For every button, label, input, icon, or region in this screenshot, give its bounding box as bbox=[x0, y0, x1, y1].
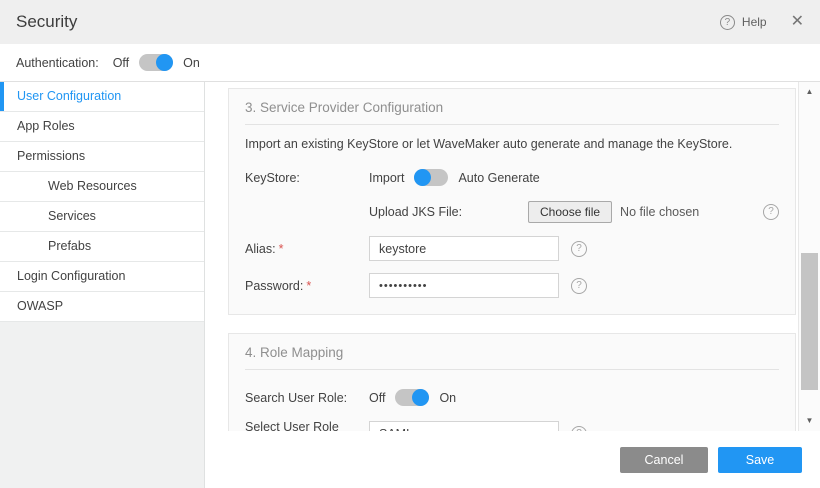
header-actions: ? Help ✕ bbox=[720, 14, 804, 30]
search-role-on-label: On bbox=[439, 391, 456, 405]
search-role-off-label: Off bbox=[369, 391, 385, 405]
keystore-row: KeyStore: Import Auto Generate bbox=[245, 169, 779, 186]
scroll-down-icon[interactable]: ▼ bbox=[799, 413, 820, 429]
sidebar-item-services[interactable]: Services bbox=[0, 202, 204, 232]
upload-jks-label: Upload JKS File: bbox=[369, 205, 528, 219]
alias-label-text: Alias: bbox=[245, 242, 276, 256]
alias-help-icon[interactable]: ? bbox=[571, 241, 587, 257]
help-link[interactable]: Help bbox=[742, 15, 767, 29]
search-user-role-label: Search User Role: bbox=[245, 391, 369, 405]
security-sidebar: User Configuration App Roles Permissions… bbox=[0, 82, 205, 488]
required-asterisk: * bbox=[279, 242, 284, 256]
password-help-icon[interactable]: ? bbox=[571, 278, 587, 294]
security-dialog: Security ? Help ✕ Authentication: Off On… bbox=[0, 0, 820, 488]
search-user-role-toggle[interactable] bbox=[395, 389, 429, 406]
alias-label: Alias:* bbox=[245, 242, 369, 256]
keystore-label: KeyStore: bbox=[245, 171, 369, 185]
toggle-knob bbox=[414, 169, 431, 186]
cancel-button[interactable]: Cancel bbox=[620, 447, 708, 473]
section-title: 3. Service Provider Configuration bbox=[245, 95, 779, 125]
upload-jks-row: Upload JKS File: Choose file No file cho… bbox=[245, 201, 779, 223]
keystore-toggle[interactable] bbox=[414, 169, 448, 186]
password-label-text: Password: bbox=[245, 279, 303, 293]
password-label: Password:* bbox=[245, 279, 369, 293]
password-input[interactable] bbox=[369, 273, 559, 298]
required-asterisk: * bbox=[306, 279, 311, 293]
sidebar-item-owasp[interactable]: OWASP bbox=[0, 292, 204, 322]
sidebar-item-permissions[interactable]: Permissions bbox=[0, 142, 204, 172]
vertical-scrollbar[interactable]: ▲ ▼ bbox=[798, 82, 820, 431]
dialog-header: Security ? Help ✕ bbox=[0, 0, 820, 44]
sidebar-item-app-roles[interactable]: App Roles bbox=[0, 112, 204, 142]
alias-row: Alias:* ? bbox=[245, 236, 779, 261]
scroll-content: 3. Service Provider Configuration Import… bbox=[205, 82, 798, 488]
main-panel: 3. Service Provider Configuration Import… bbox=[205, 82, 820, 488]
sidebar-item-web-resources[interactable]: Web Resources bbox=[0, 172, 204, 202]
upload-help-icon[interactable]: ? bbox=[763, 204, 779, 220]
search-user-role-row: Search User Role: Off On bbox=[245, 389, 779, 406]
keystore-autogenerate-label: Auto Generate bbox=[458, 171, 539, 185]
close-icon[interactable]: ✕ bbox=[791, 14, 804, 30]
alias-input[interactable] bbox=[369, 236, 559, 261]
sidebar-item-login-configuration[interactable]: Login Configuration bbox=[0, 262, 204, 292]
scroll-up-icon[interactable]: ▲ bbox=[799, 84, 820, 100]
choose-file-button[interactable]: Choose file bbox=[528, 201, 612, 223]
authentication-bar: Authentication: Off On bbox=[0, 44, 820, 82]
authentication-off-label: Off bbox=[113, 56, 129, 70]
file-chosen-status: No file chosen bbox=[620, 205, 699, 219]
password-row: Password:* ? bbox=[245, 273, 779, 298]
sidebar-item-user-configuration[interactable]: User Configuration bbox=[0, 82, 204, 112]
section-description: Import an existing KeyStore or let WaveM… bbox=[245, 137, 779, 151]
keystore-import-label: Import bbox=[369, 171, 404, 185]
scrollbar-thumb[interactable] bbox=[801, 253, 818, 390]
page-title: Security bbox=[16, 12, 77, 32]
action-footer: Cancel Save bbox=[205, 431, 820, 488]
dialog-body: User Configuration App Roles Permissions… bbox=[0, 82, 820, 488]
authentication-on-label: On bbox=[183, 56, 200, 70]
save-button[interactable]: Save bbox=[718, 447, 802, 473]
section-title: 4. Role Mapping bbox=[245, 340, 779, 370]
authentication-toggle[interactable] bbox=[139, 54, 173, 71]
authentication-label: Authentication: bbox=[16, 56, 99, 70]
toggle-knob bbox=[412, 389, 429, 406]
section-service-provider-configuration: 3. Service Provider Configuration Import… bbox=[228, 88, 796, 315]
help-icon[interactable]: ? bbox=[720, 15, 735, 30]
sidebar-item-prefabs[interactable]: Prefabs bbox=[0, 232, 204, 262]
toggle-knob bbox=[156, 54, 173, 71]
